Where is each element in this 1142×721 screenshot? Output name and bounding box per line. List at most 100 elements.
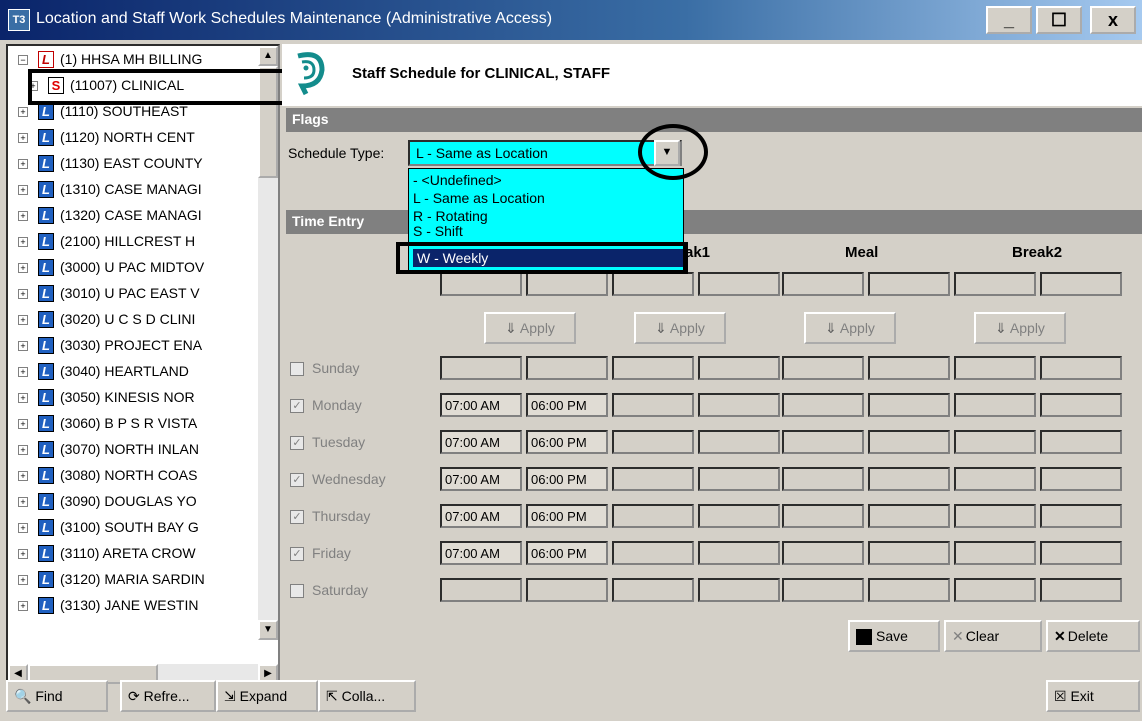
template-time-field[interactable] <box>440 272 522 296</box>
break-time-field[interactable] <box>698 393 780 417</box>
break-time-field[interactable] <box>782 393 864 417</box>
break-time-field[interactable] <box>954 356 1036 380</box>
expand-node-icon[interactable]: + <box>18 107 28 117</box>
break-time-field[interactable] <box>782 356 864 380</box>
break-time-field[interactable] <box>868 578 950 602</box>
start-time-field[interactable] <box>440 356 522 380</box>
day-checkbox[interactable]: ✓ <box>290 399 304 414</box>
tree-vertical-scrollbar[interactable]: ▲ ▼ <box>258 46 278 640</box>
tree-item[interactable]: + L (1120) NORTH CENT <box>8 126 278 150</box>
break-time-field[interactable] <box>1040 393 1122 417</box>
break-time-field[interactable] <box>1040 504 1122 528</box>
day-row-sunday[interactable]: Sunday <box>290 360 359 377</box>
break-time-field[interactable] <box>954 467 1036 491</box>
template-time-field[interactable] <box>698 272 780 296</box>
expand-node-icon[interactable]: + <box>18 523 28 533</box>
tree-item[interactable]: + L (3030) PROJECT ENA <box>8 334 278 358</box>
expand-node-icon[interactable]: + <box>18 185 28 195</box>
day-row-wednesday[interactable]: ✓ Wednesday <box>290 471 386 488</box>
expand-node-icon[interactable]: + <box>18 367 28 377</box>
day-row-friday[interactable]: ✓ Friday <box>290 545 351 562</box>
end-time-field[interactable]: 06:00 PM <box>526 393 608 417</box>
collapse-button[interactable]: ⇱ Colla... <box>318 680 416 712</box>
day-row-tuesday[interactable]: ✓ Tuesday <box>290 434 365 451</box>
option-undefined[interactable]: - <Undefined> <box>413 171 502 189</box>
break-time-field[interactable] <box>1040 356 1122 380</box>
break-time-field[interactable] <box>868 430 950 454</box>
start-time-field[interactable]: 07:00 AM <box>440 393 522 417</box>
minimize-button[interactable]: _ <box>986 6 1032 34</box>
expand-node-icon[interactable]: + <box>18 159 28 169</box>
apply-button-break2[interactable]: ⇓ Apply <box>974 312 1066 344</box>
expand-node-icon[interactable]: + <box>18 575 28 585</box>
expand-button[interactable]: ⇲ Expand <box>216 680 318 712</box>
refresh-button[interactable]: ⟳ Refre... <box>120 680 216 712</box>
tree-item[interactable]: + L (3050) KINESIS NOR <box>8 386 278 410</box>
break-time-field[interactable] <box>868 504 950 528</box>
break-time-field[interactable] <box>612 430 694 454</box>
break-time-field[interactable] <box>954 578 1036 602</box>
break-time-field[interactable] <box>782 541 864 565</box>
day-checkbox[interactable]: ✓ <box>290 473 304 488</box>
expand-node-icon[interactable]: + <box>18 263 28 273</box>
expand-node-icon[interactable]: + <box>18 497 28 507</box>
tree-item[interactable]: + L (3100) SOUTH BAY G <box>8 516 278 540</box>
break-time-field[interactable] <box>612 504 694 528</box>
tree-item[interactable]: + L (3070) NORTH INLAN <box>8 438 278 462</box>
break-time-field[interactable] <box>698 467 780 491</box>
template-time-field[interactable] <box>1040 272 1122 296</box>
break-time-field[interactable] <box>782 504 864 528</box>
day-checkbox[interactable]: ✓ <box>290 436 304 451</box>
expand-node-icon[interactable]: + <box>18 289 28 299</box>
break-time-field[interactable] <box>698 504 780 528</box>
break-time-field[interactable] <box>954 393 1036 417</box>
close-button[interactable]: x <box>1090 6 1136 34</box>
tree-item[interactable]: + L (1310) CASE MANAGI <box>8 178 278 202</box>
break-time-field[interactable] <box>868 541 950 565</box>
break-time-field[interactable] <box>954 541 1036 565</box>
expand-node-icon[interactable]: + <box>18 393 28 403</box>
option-shift[interactable]: S - Shift <box>413 225 463 237</box>
end-time-field[interactable]: 06:00 PM <box>526 504 608 528</box>
expand-node-icon[interactable]: + <box>18 237 28 247</box>
expand-node-icon[interactable]: + <box>18 315 28 325</box>
option-rotating[interactable]: R - Rotating <box>413 207 488 225</box>
template-time-field[interactable] <box>868 272 950 296</box>
tree-item[interactable]: + L (3090) DOUGLAS YO <box>8 490 278 514</box>
tree-item[interactable]: + L (1320) CASE MANAGI <box>8 204 278 228</box>
day-checkbox[interactable]: ✓ <box>290 547 304 562</box>
expand-node-icon[interactable]: + <box>18 133 28 143</box>
day-row-saturday[interactable]: Saturday <box>290 582 368 599</box>
break-time-field[interactable] <box>698 578 780 602</box>
template-time-field[interactable] <box>526 272 608 296</box>
tree-item[interactable]: + L (3040) HEARTLAND <box>8 360 278 384</box>
break-time-field[interactable] <box>1040 430 1122 454</box>
day-checkbox[interactable] <box>290 584 304 599</box>
break-time-field[interactable] <box>1040 467 1122 491</box>
end-time-field[interactable]: 06:00 PM <box>526 541 608 565</box>
break-time-field[interactable] <box>782 430 864 454</box>
break-time-field[interactable] <box>1040 541 1122 565</box>
apply-button-meal[interactable]: ⇓ Apply <box>804 312 896 344</box>
break-time-field[interactable] <box>782 578 864 602</box>
break-time-field[interactable] <box>868 393 950 417</box>
collapse-node-icon[interactable]: − <box>18 55 28 65</box>
apply-button-work[interactable]: ⇓ Apply <box>484 312 576 344</box>
break-time-field[interactable] <box>612 393 694 417</box>
break-time-field[interactable] <box>782 467 864 491</box>
tree-item[interactable]: + L (1130) EAST COUNTY <box>8 152 278 176</box>
maximize-button[interactable]: ☐ <box>1036 6 1082 34</box>
tree-item[interactable]: + L (3080) NORTH COAS <box>8 464 278 488</box>
tree-item[interactable]: + L (3010) U PAC EAST V <box>8 282 278 306</box>
expand-node-icon[interactable]: + <box>18 601 28 611</box>
save-button[interactable]: Save <box>848 620 940 652</box>
break-time-field[interactable] <box>612 578 694 602</box>
break-time-field[interactable] <box>954 430 1036 454</box>
template-time-field[interactable] <box>612 272 694 296</box>
break-time-field[interactable] <box>698 356 780 380</box>
tree-item[interactable]: + L (2100) HILLCREST H <box>8 230 278 254</box>
delete-button[interactable]: ✕ Delete <box>1046 620 1140 652</box>
template-time-field[interactable] <box>954 272 1036 296</box>
scroll-down-icon[interactable]: ▼ <box>258 620 278 640</box>
end-time-field[interactable]: 06:00 PM <box>526 467 608 491</box>
